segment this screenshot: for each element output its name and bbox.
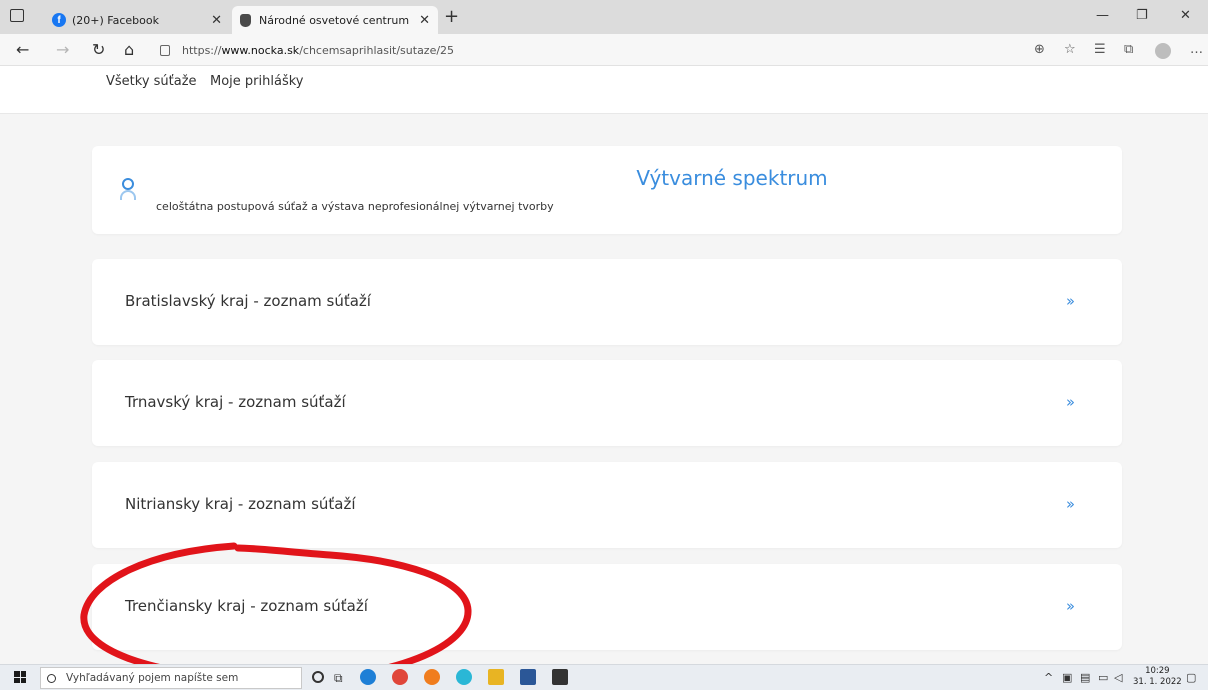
taskbar-search-box[interactable]: Vyhľadávaný pojem napíšte sem — [40, 667, 302, 689]
browser-tab-strip: f (20+) Facebook ✕ Národné osvetové cent… — [0, 0, 1208, 34]
url-path: /chcemsaprihlasit/sutaze/25 — [299, 43, 455, 57]
url-host: www.nocka.sk — [221, 43, 300, 57]
display-icon[interactable]: ▭ — [1098, 671, 1108, 684]
lock-icon — [160, 44, 170, 56]
region-label: Nitriansky kraj - zoznam súťaží — [125, 495, 356, 513]
photos-icon[interactable] — [552, 669, 568, 685]
collections-icon[interactable]: ⧉ — [1124, 42, 1133, 57]
address-bar-row: ← → ↻ ⌂ https://www.nocka.sk/chcemsaprih… — [0, 34, 1208, 66]
region-card-bratislava[interactable]: Bratislavský kraj - zoznam súťaží ›› — [92, 259, 1122, 345]
taskbar-search-placeholder: Vyhľadávaný pojem napíšte sem — [66, 672, 239, 684]
tray-app-icon[interactable]: ▣ — [1062, 671, 1072, 684]
region-label: Trnavský kraj - zoznam súťaží — [125, 393, 346, 411]
back-icon[interactable]: ← — [16, 40, 29, 59]
more-options-icon[interactable]: … — [1190, 42, 1203, 57]
tab-nocka[interactable]: Národné osvetové centrum - pri ✕ — [232, 6, 438, 34]
search-icon — [47, 673, 56, 683]
tab-label: Národné osvetové centrum - pri — [259, 13, 413, 27]
clock-date: 31. 1. 2022 — [1133, 677, 1182, 687]
link-my-applications[interactable]: Moje prihlášky — [210, 74, 303, 89]
close-tab-icon[interactable]: ✕ — [419, 13, 430, 28]
tab-actions-icon[interactable] — [10, 9, 24, 22]
competition-header-card: Výtvarné spektrum celoštátna postupová s… — [92, 146, 1122, 234]
zoom-icon[interactable]: ⊕ — [1034, 42, 1045, 57]
forward-icon[interactable]: → — [56, 40, 69, 59]
region-card-trencin[interactable]: Trenčiansky kraj - zoznam súťaží ›› — [92, 564, 1122, 650]
site-subnav: Všetky súťaže Moje prihlášky — [0, 66, 1208, 114]
minimize-icon[interactable]: — — [1096, 8, 1109, 23]
close-tab-icon[interactable]: ✕ — [211, 13, 222, 28]
app-icon[interactable] — [456, 669, 472, 685]
facebook-icon: f — [52, 13, 66, 27]
cortana-icon[interactable] — [312, 671, 324, 683]
task-view-icon[interactable]: ⧉ — [334, 671, 343, 686]
home-icon[interactable]: ⌂ — [124, 40, 134, 59]
chrome-icon[interactable] — [392, 669, 408, 685]
file-explorer-icon[interactable] — [488, 669, 504, 685]
reload-icon[interactable]: ↻ — [92, 40, 105, 59]
clock-time: 10:29 — [1145, 666, 1170, 676]
network-icon[interactable]: ▤ — [1080, 671, 1090, 684]
site-icon — [240, 13, 251, 27]
url-prefix: https:// — [182, 43, 222, 57]
windows-start-icon[interactable] — [14, 671, 26, 683]
region-card-trnava[interactable]: Trnavský kraj - zoznam súťaží ›› — [92, 360, 1122, 446]
chevron-right-icon[interactable]: ›› — [1066, 292, 1075, 310]
competition-subtitle: celoštátna postupová súťaž a výstava nep… — [156, 200, 554, 213]
region-label: Bratislavský kraj - zoznam súťaží — [125, 292, 371, 310]
chevron-right-icon[interactable]: ›› — [1066, 495, 1075, 513]
close-window-icon[interactable]: ✕ — [1180, 8, 1191, 23]
windows-taskbar: Vyhľadávaný pojem napíšte sem ⧉ ^ ▣ ▤ ▭ … — [0, 664, 1208, 690]
taskbar-clock[interactable]: 10:29 31. 1. 2022 — [1133, 666, 1182, 688]
chevron-up-icon[interactable]: ^ — [1044, 671, 1053, 684]
firefox-icon[interactable] — [424, 669, 440, 685]
region-label: Trenčiansky kraj - zoznam súťaží — [125, 597, 368, 615]
favorite-add-icon[interactable]: ☆ — [1064, 42, 1076, 57]
volume-icon[interactable]: ◁ — [1114, 671, 1122, 684]
region-card-nitra[interactable]: Nitriansky kraj - zoznam súťaží ›› — [92, 462, 1122, 548]
url-field[interactable]: https://www.nocka.sk/chcemsaprihlasit/su… — [160, 38, 1030, 62]
word-icon[interactable] — [520, 669, 536, 685]
notifications-icon[interactable]: ▢ — [1186, 671, 1196, 684]
chevron-right-icon[interactable]: ›› — [1066, 597, 1075, 615]
new-tab-button[interactable]: + — [444, 6, 459, 27]
favorites-icon[interactable]: ☰ — [1094, 42, 1106, 57]
restore-icon[interactable]: ❐ — [1136, 8, 1148, 23]
link-all-competitions[interactable]: Všetky súťaže — [106, 74, 197, 89]
competition-title: Výtvarné spektrum — [636, 166, 828, 190]
edge-icon[interactable] — [360, 669, 376, 685]
profile-avatar[interactable] — [1155, 43, 1171, 59]
chevron-right-icon[interactable]: ›› — [1066, 393, 1075, 411]
tab-facebook[interactable]: f (20+) Facebook ✕ — [44, 6, 230, 34]
tab-label: (20+) Facebook — [72, 13, 159, 27]
